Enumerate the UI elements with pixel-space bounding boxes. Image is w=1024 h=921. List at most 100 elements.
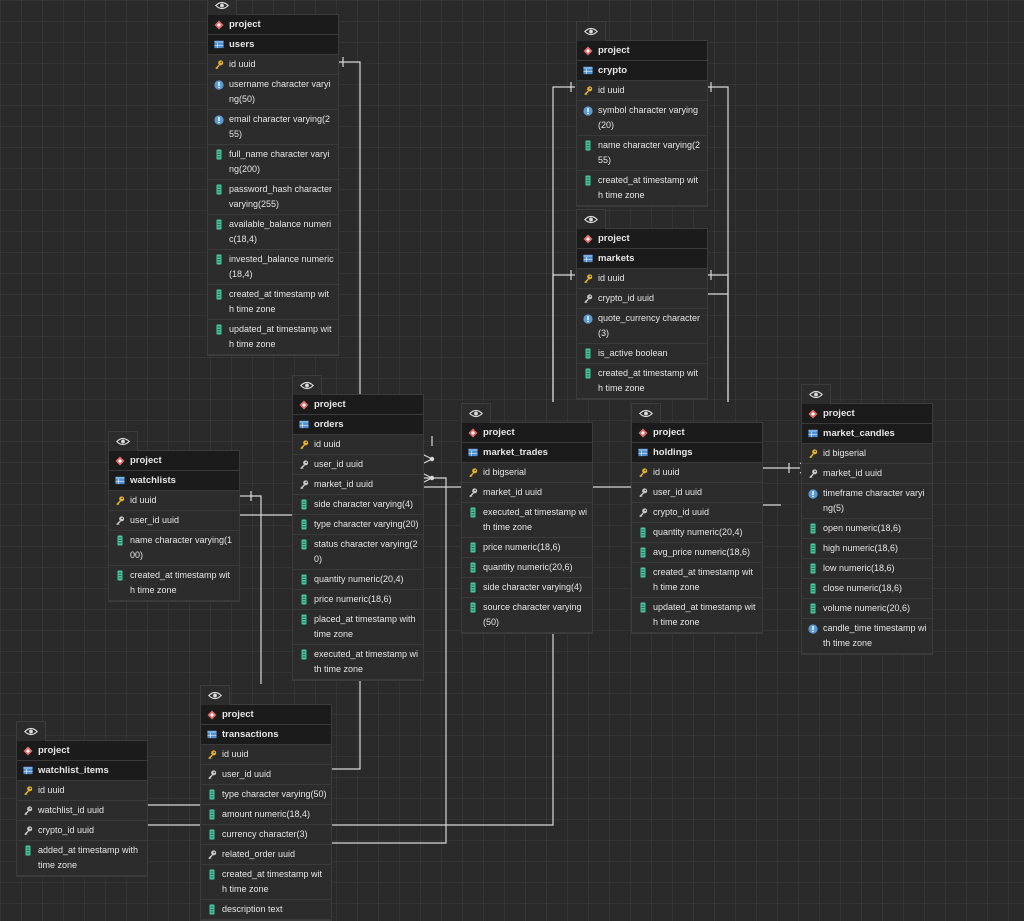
foreign-key-icon (23, 803, 33, 818)
schema-label: project (577, 41, 707, 61)
eye-icon[interactable] (207, 0, 237, 15)
column-row: is_active boolean (577, 344, 707, 364)
column-row: user_id uuid (109, 511, 239, 531)
column-row: available_balance numeric(18,4) (208, 215, 338, 250)
column-icon (468, 540, 478, 555)
table-icon (23, 763, 33, 778)
eye-icon[interactable] (292, 375, 322, 395)
unique-icon (214, 112, 224, 127)
eye-icon[interactable] (16, 721, 46, 741)
column-row: currency character(3) (201, 825, 331, 845)
table-market-candles[interactable]: project market_candles id bigserial mark… (801, 384, 933, 655)
table-holdings[interactable]: project holdings id uuid user_id uuid cr… (631, 403, 763, 634)
column-icon (299, 647, 309, 662)
column-row: avg_price numeric(18,6) (632, 543, 762, 563)
schema-label: project (109, 451, 239, 471)
column-row: updated_at timestamp with time zone (632, 598, 762, 633)
key-icon (115, 493, 125, 508)
column-icon (207, 787, 217, 802)
column-icon (638, 565, 648, 580)
table-market-trades[interactable]: project market_trades id bigserial marke… (461, 403, 593, 634)
unique-icon (583, 311, 593, 326)
column-row: quote_currency character(3) (577, 309, 707, 344)
column-icon (583, 366, 593, 381)
column-icon (468, 580, 478, 595)
column-icon (207, 902, 217, 917)
column-row: executed_at timestamp with time zone (293, 645, 423, 680)
schema-label: project (17, 741, 147, 761)
column-icon (583, 173, 593, 188)
relationship-line (552, 274, 575, 402)
eye-icon[interactable] (461, 403, 491, 423)
column-icon (638, 545, 648, 560)
column-icon (115, 533, 125, 548)
foreign-key-icon (207, 847, 217, 862)
column-row: crypto_id uuid (17, 821, 147, 841)
column-row: name character varying(255) (577, 136, 707, 171)
schema-icon (23, 743, 33, 758)
table-name: crypto (577, 61, 707, 81)
column-row: quantity numeric(20,4) (293, 570, 423, 590)
column-icon (214, 252, 224, 267)
column-row: type character varying(50) (201, 785, 331, 805)
column-row: price numeric(18,6) (293, 590, 423, 610)
column-row: placed_at timestamp with time zone (293, 610, 423, 645)
column-icon (468, 600, 478, 615)
foreign-key-icon (23, 823, 33, 838)
column-icon (299, 612, 309, 627)
column-row: email character varying(255) (208, 110, 338, 145)
eye-icon[interactable] (801, 384, 831, 404)
table-icon (638, 445, 648, 460)
table-watchlist-items[interactable]: project watchlist_items id uuid watchlis… (16, 721, 148, 877)
table-icon (808, 426, 818, 441)
column-row: id bigserial (802, 444, 932, 464)
table-icon (468, 445, 478, 460)
column-icon (468, 560, 478, 575)
eye-icon[interactable] (108, 431, 138, 451)
table-watchlists[interactable]: project watchlists id uuid user_id uuid … (108, 431, 240, 602)
eye-icon[interactable] (576, 209, 606, 229)
column-icon (214, 322, 224, 337)
table-icon (214, 37, 224, 52)
relationship-line (552, 86, 575, 402)
column-row: market_id uuid (802, 464, 932, 484)
column-row: executed_at timestamp with time zone (462, 503, 592, 538)
column-row: crypto_id uuid (577, 289, 707, 309)
eye-icon[interactable] (576, 21, 606, 41)
column-row: updated_at timestamp with time zone (208, 320, 338, 355)
column-icon (214, 147, 224, 162)
column-row: crypto_id uuid (632, 503, 762, 523)
table-name: watchlists (109, 471, 239, 491)
column-row: id bigserial (462, 463, 592, 483)
table-transactions[interactable]: project transactions id uuid user_id uui… (200, 685, 332, 921)
key-icon (808, 446, 818, 461)
column-row: watchlist_id uuid (17, 801, 147, 821)
table-markets[interactable]: project markets id uuid crypto_id uuid q… (576, 209, 708, 400)
eye-icon[interactable] (631, 403, 661, 423)
eye-icon[interactable] (200, 685, 230, 705)
table-orders[interactable]: project orders id uuid user_id uuid mark… (292, 375, 424, 681)
schema-label: project (208, 15, 338, 35)
table-icon (299, 417, 309, 432)
schema-label: project (802, 404, 932, 424)
column-icon (808, 541, 818, 556)
table-users[interactable]: project users id uuid username character… (207, 0, 339, 356)
column-icon (23, 843, 33, 858)
column-icon (299, 517, 309, 532)
unique-icon (214, 77, 224, 92)
column-row: volume numeric(20,6) (802, 599, 932, 619)
column-row: candle_time timestamp with time zone (802, 619, 932, 654)
table-name: markets (577, 249, 707, 269)
column-row: side character varying(4) (462, 578, 592, 598)
column-icon (638, 525, 648, 540)
table-name: holdings (632, 443, 762, 463)
column-row: open numeric(18,6) (802, 519, 932, 539)
foreign-key-icon (468, 485, 478, 500)
column-row: id uuid (632, 463, 762, 483)
column-icon (808, 581, 818, 596)
key-icon (214, 57, 224, 72)
column-icon (638, 600, 648, 615)
table-crypto[interactable]: project crypto id uuid symbol character … (576, 21, 708, 207)
schema-icon (583, 43, 593, 58)
column-icon (808, 561, 818, 576)
